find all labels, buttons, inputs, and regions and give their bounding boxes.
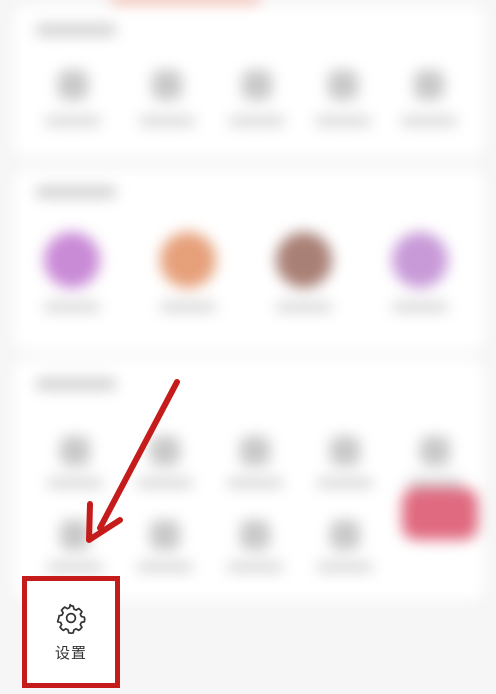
- service-icon[interactable]: [60, 520, 90, 550]
- gear-icon: [56, 603, 86, 634]
- services-card: [14, 360, 484, 600]
- tool-icon[interactable]: [414, 70, 444, 100]
- service-icon[interactable]: [240, 520, 270, 550]
- tool-icon[interactable]: [58, 70, 88, 100]
- service-label: [227, 478, 283, 488]
- section-title: [36, 186, 116, 198]
- section-title: [36, 24, 116, 36]
- service-icon[interactable]: [420, 436, 450, 466]
- avatar[interactable]: [160, 232, 216, 288]
- avatars-card: [14, 170, 484, 350]
- tool-icon[interactable]: [242, 70, 272, 100]
- service-label: [407, 478, 463, 488]
- service-label: [317, 562, 373, 572]
- service-icon[interactable]: [60, 436, 90, 466]
- tool-label: [45, 116, 101, 126]
- tool-label: [139, 116, 195, 126]
- avatar[interactable]: [392, 232, 448, 288]
- avatar-label: [392, 302, 448, 312]
- top-accent-bar: [110, 0, 260, 4]
- service-label: [47, 562, 103, 572]
- avatar[interactable]: [44, 232, 100, 288]
- app-screen: 设置: [0, 0, 496, 694]
- service-label: [317, 478, 373, 488]
- tool-icon[interactable]: [152, 70, 182, 100]
- tool-label: [401, 116, 457, 126]
- service-icon[interactable]: [150, 520, 180, 550]
- service-label: [47, 478, 103, 488]
- service-label: [137, 562, 193, 572]
- service-icon[interactable]: [240, 436, 270, 466]
- tool-icon[interactable]: [328, 70, 358, 100]
- avatar-label: [44, 302, 100, 312]
- tool-label: [315, 116, 371, 126]
- service-label: [227, 562, 283, 572]
- tools-card: [14, 6, 484, 156]
- avatar-label: [160, 302, 216, 312]
- avatar[interactable]: [276, 232, 332, 288]
- service-icon[interactable]: [150, 436, 180, 466]
- service-icon[interactable]: [330, 520, 360, 550]
- avatar-label: [276, 302, 332, 312]
- service-icon[interactable]: [330, 436, 360, 466]
- settings-label: 设置: [54, 643, 87, 662]
- tool-label: [229, 116, 285, 126]
- settings-button[interactable]: 设置: [22, 576, 120, 688]
- section-title: [36, 378, 116, 390]
- service-label: [137, 478, 193, 488]
- promo-badge[interactable]: [402, 488, 478, 540]
